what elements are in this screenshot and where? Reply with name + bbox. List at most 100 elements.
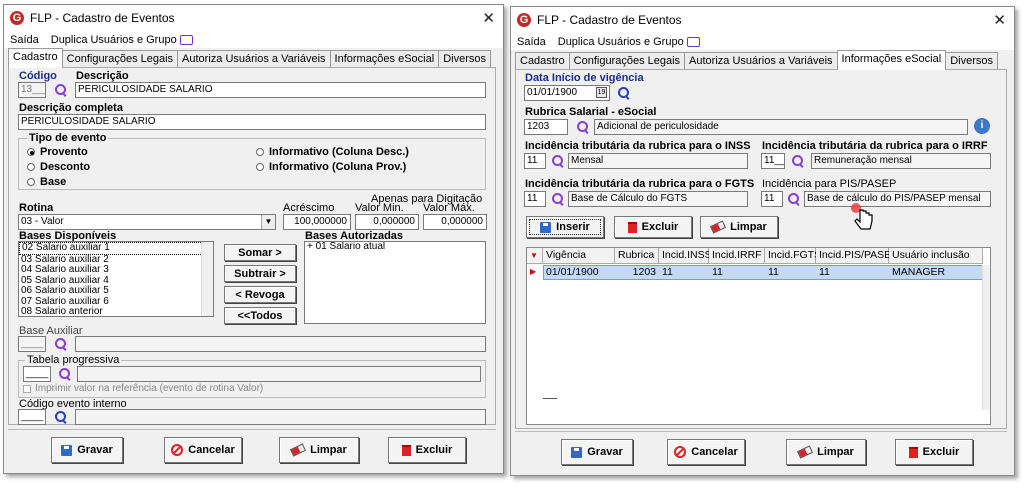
col-header-usuario[interactable]: Usuário inclusão <box>889 248 983 264</box>
search-icon[interactable] <box>552 155 564 167</box>
list-item[interactable]: + 01 Salario atual <box>305 242 485 253</box>
inserir-button[interactable]: Inserir <box>526 216 604 238</box>
excluir-item-button[interactable]: Excluir <box>614 216 692 238</box>
cod-interno-desc <box>75 409 486 425</box>
list-item[interactable]: 06 Salario auxiliar 5 <box>19 285 213 297</box>
col-header-inss[interactable]: Incid.INSS <box>659 248 712 264</box>
calendar-icon[interactable]: 19 <box>596 87 607 98</box>
cancel-icon <box>171 444 184 456</box>
list-item[interactable]: 04 Salario auxiliar 3 <box>19 264 213 276</box>
col-header-rubrica[interactable]: Rubrica <box>615 248 659 264</box>
limpar-item-button[interactable]: Limpar <box>700 216 778 238</box>
save-icon <box>571 446 583 458</box>
bases-disponiveis-list[interactable]: 02 Salario auxiliar 1 03 Salario auxilia… <box>18 241 214 317</box>
irrf-code-input[interactable]: 11__ <box>761 153 785 169</box>
cod-interno-input[interactable]: ____ <box>18 409 46 425</box>
search-icon[interactable] <box>55 411 67 423</box>
cell-usuario: MANAGER <box>892 266 946 278</box>
cell-vigencia: 01/01/1900 <box>546 266 599 278</box>
list-item[interactable]: 08 Salario anterior <box>19 306 213 316</box>
cancelar-button[interactable]: Cancelar <box>164 437 242 463</box>
todos-button[interactable]: <<Todos <box>224 307 296 324</box>
limpar-button[interactable]: Limpar <box>279 437 359 463</box>
valmin-input[interactable]: 0,000000 <box>355 214 419 230</box>
search-icon[interactable] <box>577 121 589 133</box>
search-icon[interactable] <box>552 193 564 205</box>
rotina-select[interactable]: 03 - Valor ▼ <box>18 214 276 230</box>
info-icon[interactable]: i <box>974 118 990 134</box>
scrollbar[interactable] <box>201 242 213 316</box>
irrf-desc: Remuneração mensal <box>811 153 991 169</box>
vigencia-grid[interactable]: ▼ Vigência Rubrica Incid.INSS Incid.IRRF… <box>526 247 991 425</box>
radio-base[interactable]: Base <box>27 176 66 188</box>
radio-informativo-desc[interactable]: Informativo (Coluna Desc.) <box>256 146 409 158</box>
codigo-label: Código <box>19 70 57 82</box>
somar-button[interactable]: Somar > <box>224 244 296 261</box>
radio-label: Provento <box>40 146 88 158</box>
radio-informativo-prov[interactable]: Informativo (Coluna Prov.) <box>256 161 406 173</box>
tab-diversos[interactable]: Diversos <box>945 52 998 70</box>
search-icon[interactable] <box>792 155 804 167</box>
imprimir-checkbox[interactable] <box>23 385 31 393</box>
gravar-button[interactable]: Gravar <box>561 439 633 465</box>
search-icon[interactable] <box>55 84 67 96</box>
revoga-button[interactable]: < Revoga <box>224 286 296 303</box>
cancelar-label: Cancelar <box>691 446 738 458</box>
fgts-code-input[interactable]: 11 <box>524 191 546 207</box>
list-item[interactable]: 02 Salario auxiliar 1 <box>19 242 213 255</box>
close-icon[interactable]: ✕ <box>482 9 495 27</box>
tab-autoriza[interactable]: Autoriza Usuários a Variáveis <box>684 52 838 70</box>
gravar-label: Gravar <box>77 444 113 456</box>
inss-code-input[interactable]: 11 <box>524 153 546 169</box>
pis-code-input[interactable]: 11 <box>761 191 783 207</box>
cancelar-button[interactable]: Cancelar <box>667 439 745 465</box>
base-aux-input[interactable]: ____ <box>18 336 46 352</box>
excluir-button[interactable]: Excluir <box>895 439 973 465</box>
valmax-input[interactable]: 0,000000 <box>423 214 487 230</box>
excluir-button[interactable]: Excluir <box>388 437 466 463</box>
search-icon[interactable] <box>618 87 630 99</box>
pis-label: Incidência para PIS/PASEP <box>762 178 897 190</box>
codigo-input[interactable]: 13___ <box>18 82 46 98</box>
limpar-button[interactable]: Limpar <box>786 439 866 465</box>
tab-esocial[interactable]: Informações eSocial <box>329 50 440 68</box>
tab-cadastro[interactable]: Cadastro <box>515 52 570 70</box>
gravar-button[interactable]: Gravar <box>51 437 123 463</box>
menu-duplica[interactable]: Duplica Usuários e Grupo <box>558 36 700 48</box>
tab-autoriza[interactable]: Autoriza Usuários a Variáveis <box>177 50 331 68</box>
col-header-vigencia[interactable]: Vigência <box>543 248 615 264</box>
close-icon[interactable]: ✕ <box>993 11 1006 29</box>
descricao-input[interactable]: PERICULOSIDADE SALARIO <box>75 82 486 98</box>
search-icon[interactable] <box>788 193 800 205</box>
search-icon[interactable] <box>59 368 71 380</box>
subtrair-button[interactable]: Subtrair > <box>224 265 296 282</box>
col-header-irrf[interactable]: Incid.IRRF <box>709 248 765 264</box>
tabela-input[interactable]: ____ <box>23 366 51 382</box>
search-icon[interactable] <box>55 338 67 350</box>
irrf-label: Incidência tributária da rubrica para o … <box>762 140 988 152</box>
radio-provento[interactable]: Provento <box>27 146 88 158</box>
menu-duplica-label: Duplica Usuários e Grupo <box>50 33 177 46</box>
radio-desconto[interactable]: Desconto <box>27 161 90 173</box>
desc-completa-input[interactable]: PERICULOSIDADE SALARIO <box>18 114 486 130</box>
chevron-down-icon[interactable]: ▼ <box>261 215 275 229</box>
window-title: FLP - Cadastro de Eventos <box>30 11 175 25</box>
acrescimo-input[interactable]: 100,000000 <box>283 214 351 230</box>
menu-saida[interactable]: Saída <box>517 36 546 48</box>
limpar-item-label: Limpar <box>730 221 767 233</box>
col-header-fgts[interactable]: Incid.FGTS <box>765 248 821 264</box>
trash-icon <box>627 221 637 233</box>
scrollbar[interactable] <box>982 265 990 410</box>
tab-config-legais[interactable]: Configurações Legais <box>61 50 179 68</box>
tab-diversos[interactable]: Diversos <box>438 50 491 68</box>
bases-autorizadas-list[interactable]: + 01 Salario atual <box>304 241 486 324</box>
col-header-pis[interactable]: Incid.PIS/PASEP <box>816 248 898 264</box>
data-vigencia-label: Data Início de vigência <box>525 72 644 84</box>
tab-esocial[interactable]: Informações eSocial <box>836 50 947 70</box>
menu-saida[interactable]: Saída <box>10 34 39 46</box>
menu-duplica[interactable]: Duplica Usuários e Grupo <box>51 34 193 46</box>
tab-cadastro[interactable]: Cadastro <box>8 48 63 68</box>
rubrica-code-input[interactable]: 1203 <box>524 119 568 135</box>
menu-duplica-label: Duplica Usuários e Grupo <box>557 35 684 48</box>
tab-config-legais[interactable]: Configurações Legais <box>568 52 686 70</box>
